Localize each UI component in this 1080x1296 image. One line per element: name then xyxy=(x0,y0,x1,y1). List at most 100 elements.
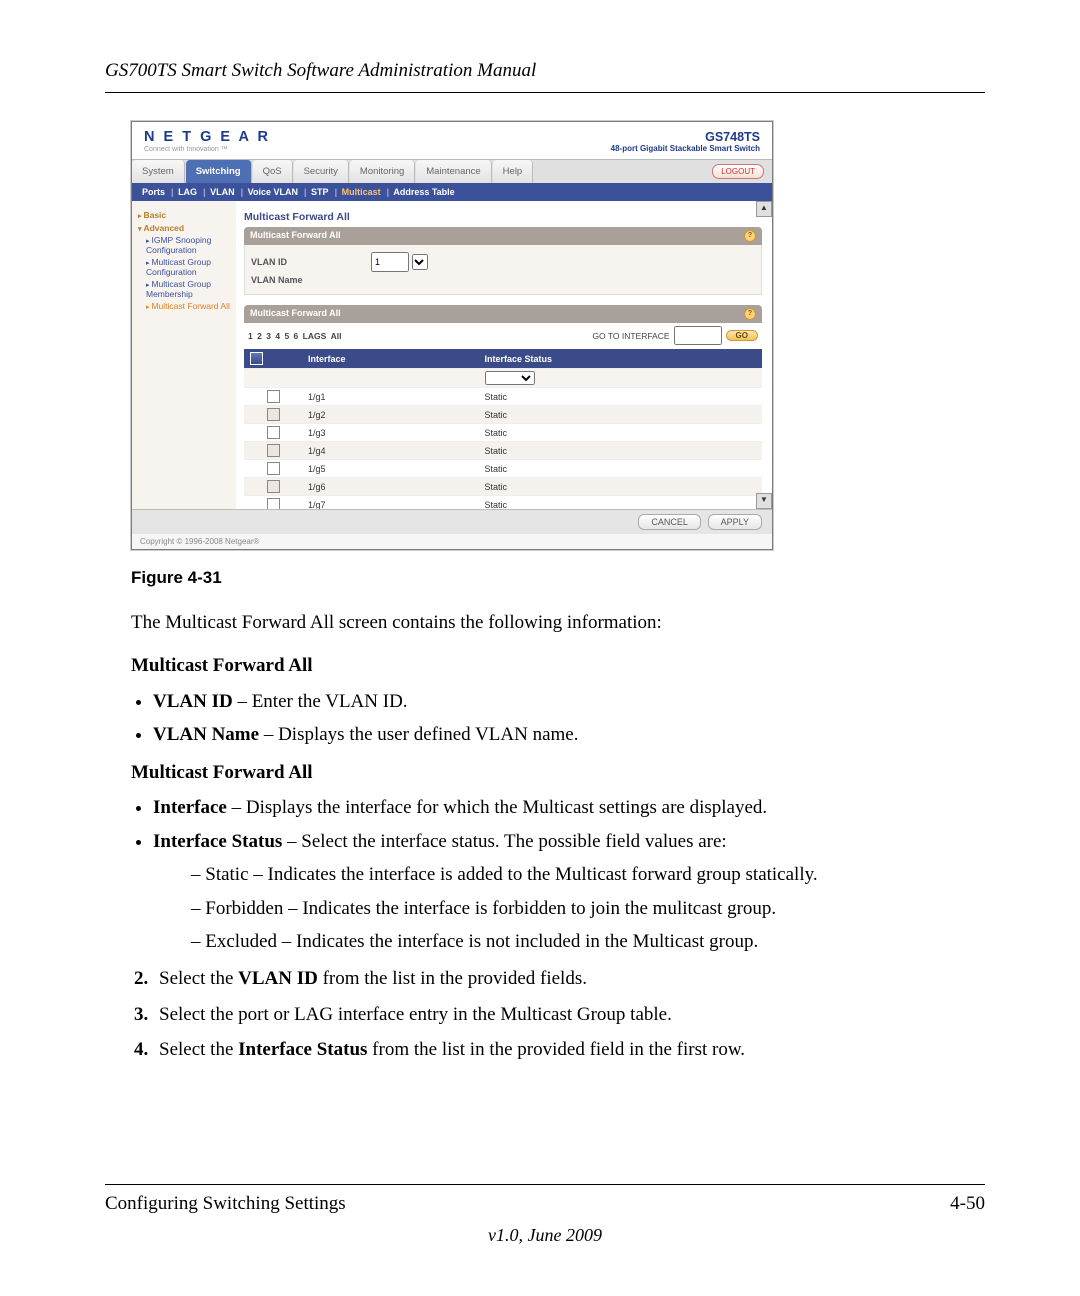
brand-block: N E T G E A R Connect with Innovation ™ xyxy=(144,130,271,153)
scrollbar-up-icon[interactable]: ▲ xyxy=(756,201,772,217)
list-item: Forbidden – Indicates the interface is f… xyxy=(191,894,985,923)
cell-interface: 1/g6 xyxy=(302,478,479,496)
subtab-ports[interactable]: Ports xyxy=(142,187,165,197)
subtab-address-table[interactable]: Address Table xyxy=(393,187,454,197)
page-title: Multicast Forward All xyxy=(244,207,762,227)
list-item: VLAN Name – Displays the user defined VL… xyxy=(153,720,985,749)
help-icon[interactable]: ? xyxy=(744,308,756,320)
section2-title: Multicast Forward All xyxy=(131,758,985,787)
row-checkbox[interactable] xyxy=(267,390,280,403)
status-filter-select[interactable] xyxy=(485,371,535,385)
cell-status: Static xyxy=(479,460,762,478)
logout-button[interactable]: LOGOUT xyxy=(712,164,764,179)
sidebar-item-mcast-forward-all[interactable]: Multicast Forward All xyxy=(146,302,230,312)
vlan-id-input[interactable] xyxy=(371,252,409,272)
cell-interface: 1/g3 xyxy=(302,424,479,442)
figure-label: Figure 4-31 xyxy=(131,568,985,588)
brand-tagline: Connect with Innovation ™ xyxy=(144,146,271,153)
pager-row: 1 2 3 4 5 6 LAGS All GO TO INTERFACE GO xyxy=(244,323,762,349)
tab-security[interactable]: Security xyxy=(294,160,349,183)
list-item: Excluded – Indicates the interface is no… xyxy=(191,927,985,956)
subtab-vlan[interactable]: VLAN xyxy=(210,187,235,197)
pager-num[interactable]: 2 xyxy=(257,331,262,341)
brand-logo-text: N E T G E A R xyxy=(144,130,271,145)
vlan-id-select[interactable] xyxy=(412,254,428,270)
cell-status: Static xyxy=(479,424,762,442)
panel2-title: Multicast Forward All xyxy=(250,308,341,320)
row-checkbox[interactable] xyxy=(267,444,280,457)
row-checkbox[interactable] xyxy=(267,426,280,439)
table-row[interactable]: 1/g6Static xyxy=(244,478,762,496)
table-row[interactable]: 1/g3Static xyxy=(244,424,762,442)
main-tabs: System Switching QoS Security Monitoring… xyxy=(132,159,772,183)
subtab-multicast[interactable]: Multicast xyxy=(342,187,381,197)
tab-qos[interactable]: QoS xyxy=(253,160,293,183)
cell-interface: 1/g4 xyxy=(302,442,479,460)
footer-bar: CANCEL APPLY xyxy=(132,509,772,534)
section1-title: Multicast Forward All xyxy=(131,651,985,680)
row-checkbox[interactable] xyxy=(267,462,280,475)
sidebar-item-mcast-group-membership[interactable]: Multicast Group Membership xyxy=(146,280,230,299)
pager-all[interactable]: All xyxy=(331,331,342,341)
goto-label: GO TO INTERFACE xyxy=(592,331,669,341)
pager-lags[interactable]: LAGS xyxy=(303,331,327,341)
col-interface: Interface xyxy=(302,349,479,369)
pager-num[interactable]: 4 xyxy=(275,331,280,341)
model-block: GS748TS 48-port Gigabit Stackable Smart … xyxy=(611,130,760,153)
cell-interface: 1/g5 xyxy=(302,460,479,478)
panel1-title: Multicast Forward All xyxy=(250,230,341,242)
goto-input[interactable] xyxy=(674,326,722,345)
go-button[interactable]: GO xyxy=(726,330,758,341)
apply-button[interactable]: APPLY xyxy=(708,514,762,530)
select-all-checkbox[interactable] xyxy=(250,352,263,365)
tab-switching[interactable]: Switching xyxy=(186,160,252,183)
table-row[interactable]: 1/g1Static xyxy=(244,388,762,406)
interface-table: Interface Interface Status 1/g1Static1/g… xyxy=(244,349,762,509)
pager-num[interactable]: 3 xyxy=(266,331,271,341)
content-pane: Multicast Forward All Multicast Forward … xyxy=(236,201,772,509)
sidebar-item-mcast-group-config[interactable]: Multicast Group Configuration xyxy=(146,258,230,277)
table-row[interactable]: 1/g7Static xyxy=(244,496,762,510)
pager-num[interactable]: 1 xyxy=(248,331,253,341)
copyright-text: Copyright © 1996-2008 Netgear® xyxy=(132,534,772,549)
row-checkbox[interactable] xyxy=(267,498,280,509)
cell-status: Static xyxy=(479,478,762,496)
panel1-header: Multicast Forward All ? xyxy=(244,227,762,245)
cell-status: Static xyxy=(479,388,762,406)
sidebar-heading-advanced[interactable]: Advanced xyxy=(138,223,230,233)
cell-status: Static xyxy=(479,496,762,510)
tab-maintenance[interactable]: Maintenance xyxy=(416,160,491,183)
tab-system[interactable]: System xyxy=(132,160,185,183)
scrollbar-down-icon[interactable]: ▼ xyxy=(756,493,772,509)
list-item: VLAN ID – Enter the VLAN ID. xyxy=(153,687,985,716)
table-row[interactable]: 1/g5Static xyxy=(244,460,762,478)
help-icon[interactable]: ? xyxy=(744,230,756,242)
table-row[interactable]: 1/g4Static xyxy=(244,442,762,460)
subtab-voice-vlan[interactable]: Voice VLAN xyxy=(248,187,298,197)
subtabs: Ports| LAG| VLAN| Voice VLAN| STP| Multi… xyxy=(132,183,772,201)
sidebar-heading-basic[interactable]: Basic xyxy=(138,210,230,220)
pager-num[interactable]: 6 xyxy=(294,331,299,341)
subtab-stp[interactable]: STP xyxy=(311,187,329,197)
vlan-name-label: VLAN Name xyxy=(251,275,371,285)
table-row[interactable]: 1/g2Static xyxy=(244,406,762,424)
panel2-header: Multicast Forward All ? xyxy=(244,305,762,323)
subtab-lag[interactable]: LAG xyxy=(178,187,197,197)
cell-interface: 1/g7 xyxy=(302,496,479,510)
section1-list: VLAN ID – Enter the VLAN ID. VLAN Name –… xyxy=(131,687,985,750)
pager-numbers: 1 2 3 4 5 6 LAGS All xyxy=(248,331,344,341)
sidebar: Basic Advanced IGMP Snooping Configurati… xyxy=(132,201,236,509)
vlan-id-label: VLAN ID xyxy=(251,257,371,267)
tab-monitoring[interactable]: Monitoring xyxy=(350,160,415,183)
row-checkbox[interactable] xyxy=(267,480,280,493)
tab-help[interactable]: Help xyxy=(493,160,534,183)
cancel-button[interactable]: CANCEL xyxy=(638,514,701,530)
section2-list: Interface – Displays the interface for w… xyxy=(131,793,985,956)
col-interface-status: Interface Status xyxy=(479,349,762,369)
row-checkbox[interactable] xyxy=(267,408,280,421)
intro-text: The Multicast Forward All screen contain… xyxy=(131,608,985,637)
sidebar-item-igmp-snooping[interactable]: IGMP Snooping Configuration xyxy=(146,236,230,255)
model-number: GS748TS xyxy=(611,130,760,144)
pager-num[interactable]: 5 xyxy=(284,331,289,341)
cell-interface: 1/g2 xyxy=(302,406,479,424)
